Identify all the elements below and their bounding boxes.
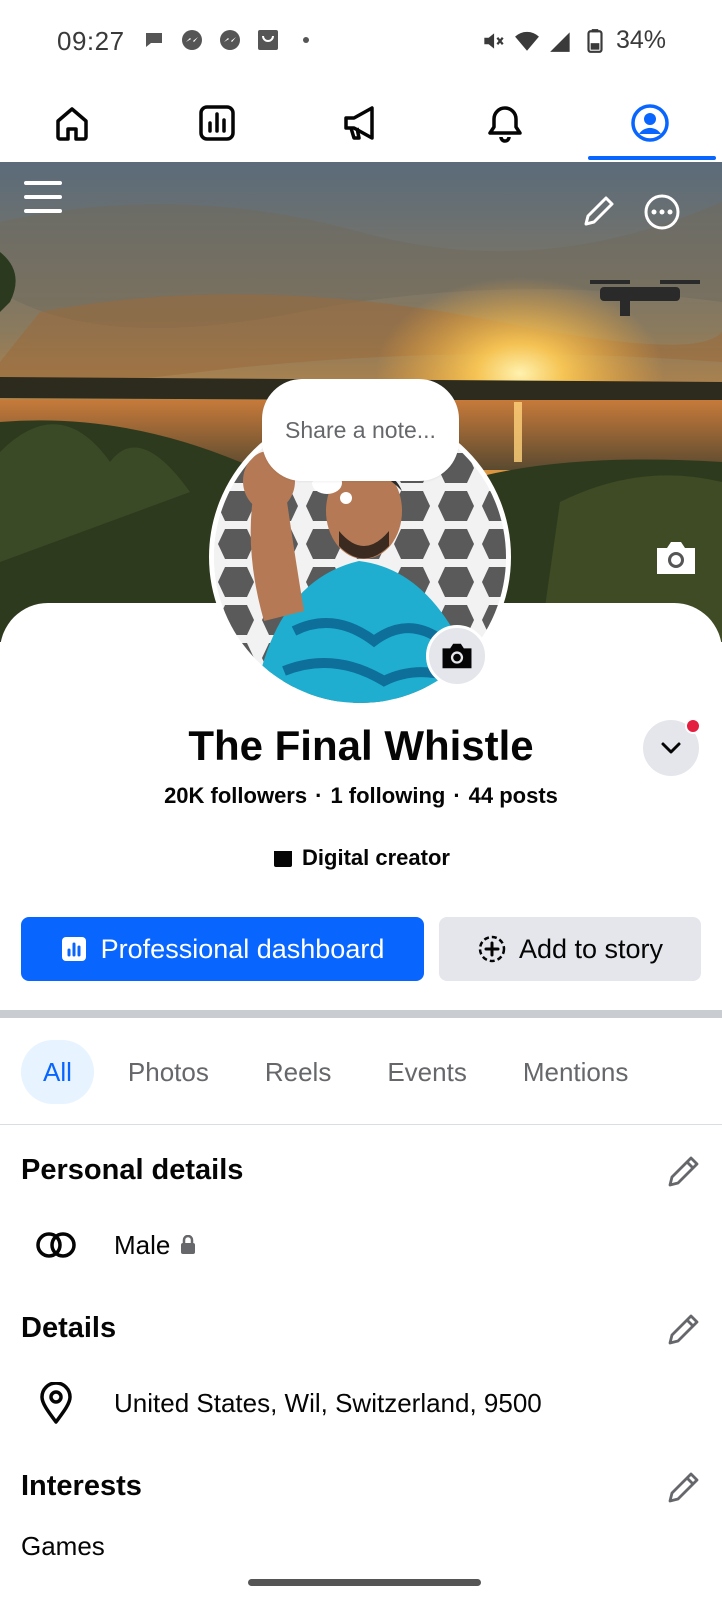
stats-separator: ·: [453, 783, 461, 808]
note-bubble-dot: [340, 492, 352, 504]
filter-mentions[interactable]: Mentions: [501, 1040, 651, 1104]
tab-notifications[interactable]: [433, 84, 577, 162]
tab-home[interactable]: [0, 84, 144, 162]
action-buttons: Professional dashboard Add to story: [21, 917, 701, 981]
add-to-story-label: Add to story: [518, 933, 664, 964]
filter-events[interactable]: Events: [365, 1040, 489, 1104]
posts-count[interactable]: 44 posts: [469, 783, 558, 808]
add-story-icon: [478, 935, 506, 963]
profile-icon: [631, 104, 669, 142]
clapperboard-icon: [274, 851, 293, 867]
megaphone-icon: [344, 106, 374, 140]
category-label: Digital creator: [302, 845, 450, 870]
page-title: The Final Whistle: [188, 722, 534, 769]
more-icon: [644, 194, 680, 230]
following-count[interactable]: 1 following: [330, 783, 445, 808]
edit-cover-button[interactable]: [578, 192, 618, 232]
share-note-bubble[interactable]: Share a note...: [262, 379, 459, 481]
interest-item: Games: [21, 1531, 105, 1561]
gender-value: Male: [114, 1229, 171, 1260]
messenger-icon: [220, 30, 240, 50]
edit-details-icon[interactable]: [665, 1312, 701, 1348]
section-divider: [0, 1010, 722, 1018]
add-to-story-button[interactable]: Add to story: [439, 917, 701, 981]
tab-profile[interactable]: [578, 84, 722, 162]
page-category: Digital creator: [0, 845, 722, 871]
bell-icon: [488, 106, 523, 143]
notification-icons: [142, 28, 318, 52]
personal-details-title: Personal details: [21, 1154, 244, 1186]
menu-button[interactable]: [24, 178, 62, 216]
bar-chart-icon: [198, 105, 235, 141]
mute-icon: [484, 32, 504, 49]
dot-icon: [303, 37, 309, 43]
cover-camera-button[interactable]: [655, 540, 697, 576]
shopping-bag-icon: [258, 30, 278, 50]
filter-photos[interactable]: Photos: [106, 1040, 231, 1104]
divider: [0, 1124, 722, 1125]
camera-icon: [657, 542, 695, 574]
messenger-icon: [182, 30, 202, 50]
status-bar: 09:27 34%: [0, 0, 722, 84]
professional-dashboard-label: Professional dashboard: [100, 933, 385, 964]
battery-icon: [587, 28, 603, 53]
battery-percent: 34%: [615, 26, 666, 54]
content-filter-tabs: All Photos Reels Events Mentions: [21, 1040, 662, 1104]
chevron-down-icon: [661, 742, 681, 754]
lock-icon: [181, 1235, 196, 1254]
location-pin-icon: [33, 1380, 79, 1426]
filter-reels[interactable]: Reels: [243, 1040, 353, 1104]
bar-chart-icon: [61, 937, 86, 961]
stats-separator: ·: [315, 783, 323, 808]
interests-title: Interests: [21, 1470, 142, 1502]
system-status: 34%: [480, 26, 666, 55]
followers-count[interactable]: 20K followers: [164, 783, 307, 808]
top-nav: [0, 84, 722, 162]
edit-personal-details-icon[interactable]: [665, 1154, 701, 1190]
camera-icon: [442, 643, 472, 669]
hamburger-icon: [24, 181, 62, 213]
edit-interests-icon[interactable]: [665, 1470, 701, 1506]
pencil-icon: [584, 196, 614, 226]
chat-bubble-icon: [146, 33, 162, 47]
tab-dashboard[interactable]: [144, 84, 288, 162]
location-row: United States, Wil, Switzerland, 9500: [33, 1380, 542, 1426]
home-icon: [56, 107, 88, 141]
notification-dot: [685, 718, 701, 734]
wifi-icon: [515, 31, 539, 51]
details-title: Details: [21, 1312, 117, 1344]
filter-all[interactable]: All: [21, 1040, 94, 1104]
avatar-camera-button[interactable]: [426, 625, 488, 687]
status-time: 09:27: [57, 26, 125, 56]
gender-icon: [33, 1222, 79, 1268]
profile-stats: 20K followers · 1 following · 44 posts: [0, 783, 722, 809]
location-value: United States, Wil, Switzerland, 9500: [114, 1387, 542, 1418]
home-indicator[interactable]: [248, 1579, 481, 1586]
more-options-button[interactable]: [641, 191, 683, 233]
gender-row: Male: [33, 1222, 196, 1268]
signal-icon: [550, 31, 570, 52]
share-note-placeholder: Share a note...: [285, 416, 436, 443]
professional-dashboard-button[interactable]: Professional dashboard: [21, 917, 424, 981]
tab-ads[interactable]: [289, 84, 433, 162]
